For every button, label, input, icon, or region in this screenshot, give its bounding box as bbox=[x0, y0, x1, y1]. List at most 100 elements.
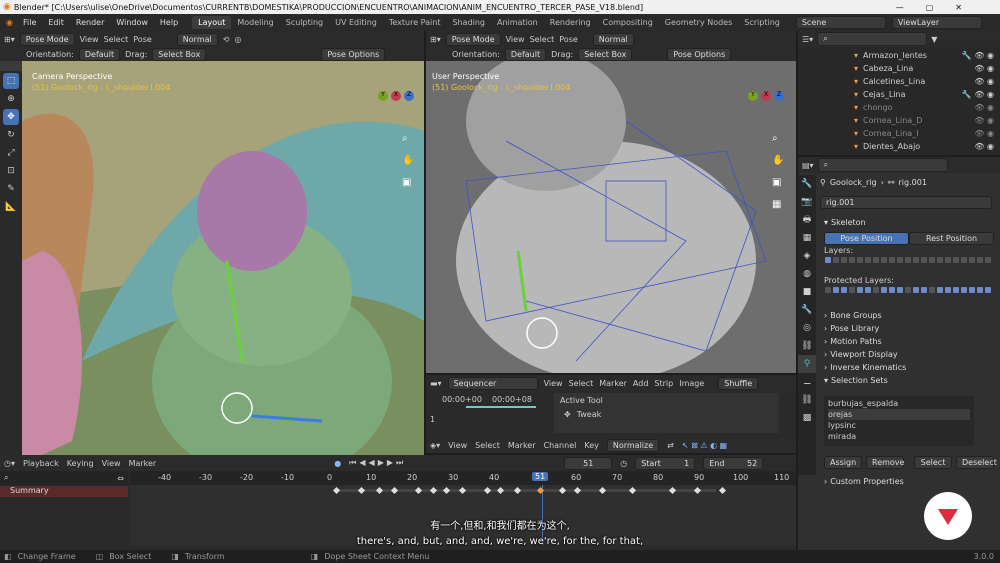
menu-keying[interactable]: Keying bbox=[67, 459, 94, 468]
list-item[interactable]: lypsinc bbox=[828, 420, 970, 431]
menu-select[interactable]: Select bbox=[530, 35, 555, 44]
scene-tab-icon[interactable]: ◈ bbox=[798, 247, 816, 265]
modifier-tab-icon[interactable]: 🔧 bbox=[798, 301, 816, 319]
pose-position-button[interactable]: Pose Position bbox=[824, 232, 909, 245]
mode-selector[interactable]: Pose Mode bbox=[445, 32, 501, 46]
object-tab-icon[interactable]: ■ bbox=[798, 283, 816, 301]
menu-playback[interactable]: Playback bbox=[23, 459, 59, 468]
menu-channel[interactable]: Channel bbox=[544, 441, 577, 450]
inverse-kinematics-panel[interactable]: › Inverse Kinematics bbox=[816, 361, 1000, 374]
blender-menu-icon[interactable]: ◉ bbox=[6, 18, 13, 27]
timeline-search[interactable]: ⌕ ⇔ bbox=[0, 471, 128, 485]
end-frame-field[interactable]: End 52 bbox=[703, 456, 764, 470]
tab-scripting[interactable]: Scripting bbox=[738, 16, 786, 29]
select-button[interactable]: Select bbox=[914, 456, 952, 469]
outliner-item[interactable]: ▾ Cabeza_Lina 👁 ◉ bbox=[798, 62, 1000, 75]
proportional-icon[interactable]: ◎ bbox=[234, 35, 241, 44]
bone-constraint-tab-icon[interactable]: ⛓ bbox=[798, 391, 816, 409]
editor-type-icon[interactable]: ☰▾ bbox=[802, 35, 813, 44]
viewport-left[interactable]: ⊞▾ Pose Mode View Select Pose Normal ⟲ ◎… bbox=[0, 31, 424, 455]
constraints-tab-icon[interactable]: ⛓ bbox=[798, 337, 816, 355]
menu-view[interactable]: View bbox=[102, 459, 121, 468]
menu-render[interactable]: Render bbox=[70, 18, 110, 27]
menu-key[interactable]: Key bbox=[584, 441, 599, 450]
outliner-search[interactable]: ⌕ bbox=[817, 32, 928, 46]
layers-grid[interactable] bbox=[824, 256, 996, 265]
armature-data-tab-icon[interactable]: ⚲ bbox=[798, 355, 816, 373]
menu-image[interactable]: Image bbox=[679, 379, 704, 388]
tab-modeling[interactable]: Modeling bbox=[231, 16, 279, 29]
tool-tab-icon[interactable]: 🔧 bbox=[798, 175, 816, 193]
world-tab-icon[interactable]: ◍ bbox=[798, 265, 816, 283]
navigation-gizmo[interactable]: Y X Z bbox=[748, 91, 784, 101]
menu-marker[interactable]: Marker bbox=[599, 379, 627, 388]
tab-uv-editing[interactable]: UV Editing bbox=[329, 16, 383, 29]
tab-texture-paint[interactable]: Texture Paint bbox=[383, 16, 447, 29]
tab-shading[interactable]: Shading bbox=[446, 16, 491, 29]
pivot-selector[interactable]: Normal bbox=[592, 32, 634, 46]
tab-compositing[interactable]: Compositing bbox=[597, 16, 659, 29]
view-layer-tab-icon[interactable]: ▦ bbox=[798, 229, 816, 247]
menu-view[interactable]: View bbox=[506, 35, 525, 44]
render-tab-icon[interactable]: 📷 bbox=[798, 193, 816, 211]
viewport-right[interactable]: ⊞▾ Pose Mode View Select Pose Normal Ori… bbox=[426, 31, 796, 373]
sync-icon[interactable]: ⇄ bbox=[667, 441, 674, 450]
properties-search[interactable]: ⌕ bbox=[817, 158, 948, 172]
menu-select[interactable]: Select bbox=[475, 441, 500, 450]
outliner-item[interactable]: ▾ Cornea_Lina_I 👁 ◉ bbox=[798, 127, 1000, 140]
tweak-tool[interactable]: ✥ Tweak bbox=[554, 408, 779, 421]
editor-type-icon[interactable]: ◈▾ bbox=[430, 441, 440, 450]
pose-options[interactable]: Pose Options bbox=[321, 47, 386, 61]
view-controls[interactable]: ⌕ ✋ ▣ bbox=[402, 128, 414, 194]
physics-tab-icon[interactable]: ◎ bbox=[798, 319, 816, 337]
menu-view[interactable]: View bbox=[448, 441, 467, 450]
menu-select[interactable]: Select bbox=[569, 379, 594, 388]
navigation-gizmo[interactable]: Y X Z bbox=[378, 91, 414, 101]
deselect-button[interactable]: Deselect bbox=[956, 456, 997, 469]
outliner-item[interactable]: ▾ chongo 👁 ◉ bbox=[798, 101, 1000, 114]
outliner-item[interactable]: ▾ Dientes_Abajo 👁 ◉ bbox=[798, 140, 1000, 153]
menu-pose[interactable]: Pose bbox=[559, 35, 578, 44]
menu-file[interactable]: File bbox=[17, 18, 42, 27]
auto-key-icon[interactable]: ● bbox=[334, 459, 341, 468]
outliner-item[interactable]: ▾ Calcetines_Lina 👁 ◉ bbox=[798, 75, 1000, 88]
list-item[interactable]: orejas bbox=[828, 409, 970, 420]
drag-selector[interactable]: Select Box bbox=[152, 47, 207, 61]
cursor-tool-icon[interactable]: ⊕ bbox=[3, 91, 19, 107]
filter-icons[interactable]: ↖ ⊠ ⚠ ◐ ▦ bbox=[682, 441, 727, 450]
menu-pose[interactable]: Pose bbox=[133, 35, 152, 44]
overlap-mode-selector[interactable]: Shuffle bbox=[718, 376, 759, 390]
tab-rendering[interactable]: Rendering bbox=[544, 16, 597, 29]
menu-marker[interactable]: Marker bbox=[508, 441, 536, 450]
menu-edit[interactable]: Edit bbox=[42, 18, 70, 27]
menu-marker[interactable]: Marker bbox=[129, 459, 157, 468]
rotate-tool-icon[interactable]: ↻ bbox=[3, 127, 19, 143]
list-item[interactable]: burbujas_espalda bbox=[828, 398, 970, 409]
measure-tool-icon[interactable]: 📐 bbox=[3, 199, 19, 215]
view-controls[interactable]: ⌕ ✋ ▣ ▦ bbox=[772, 128, 784, 216]
start-frame-field[interactable]: Start 1 bbox=[635, 456, 696, 470]
snap-icon[interactable]: ⟲ bbox=[223, 35, 230, 44]
tab-animation[interactable]: Animation bbox=[491, 16, 544, 29]
editor-type-icon[interactable]: ⊞▾ bbox=[430, 35, 441, 44]
editor-type-icon[interactable]: ◷▾ bbox=[4, 459, 15, 468]
tab-geometry-nodes[interactable]: Geometry Nodes bbox=[659, 16, 738, 29]
sequencer-type-selector[interactable]: Sequencer bbox=[447, 376, 538, 390]
scene-selector[interactable]: Scene bbox=[795, 16, 886, 29]
tab-sculpting[interactable]: Sculpting bbox=[280, 16, 329, 29]
rest-position-button[interactable]: Rest Position bbox=[909, 232, 994, 245]
annotate-tool-icon[interactable]: ✎ bbox=[3, 181, 19, 197]
output-tab-icon[interactable]: 🖶 bbox=[798, 211, 816, 229]
orientation-selector[interactable]: Default bbox=[504, 47, 547, 61]
orientation-selector[interactable]: Default bbox=[78, 47, 121, 61]
pose-library-panel[interactable]: › Pose Library bbox=[816, 322, 1000, 335]
assign-button[interactable]: Assign bbox=[824, 456, 862, 469]
remove-button[interactable]: Remove bbox=[866, 456, 904, 469]
drag-selector[interactable]: Select Box bbox=[578, 47, 633, 61]
window-controls[interactable]: —▢✕ bbox=[896, 3, 984, 12]
pivot-selector[interactable]: Normal bbox=[176, 32, 218, 46]
protected-layers-grid[interactable] bbox=[824, 286, 996, 295]
menu-add[interactable]: Add bbox=[633, 379, 649, 388]
tab-layout[interactable]: Layout bbox=[192, 16, 232, 29]
editor-type-icon[interactable]: ▤▾ bbox=[802, 161, 814, 170]
